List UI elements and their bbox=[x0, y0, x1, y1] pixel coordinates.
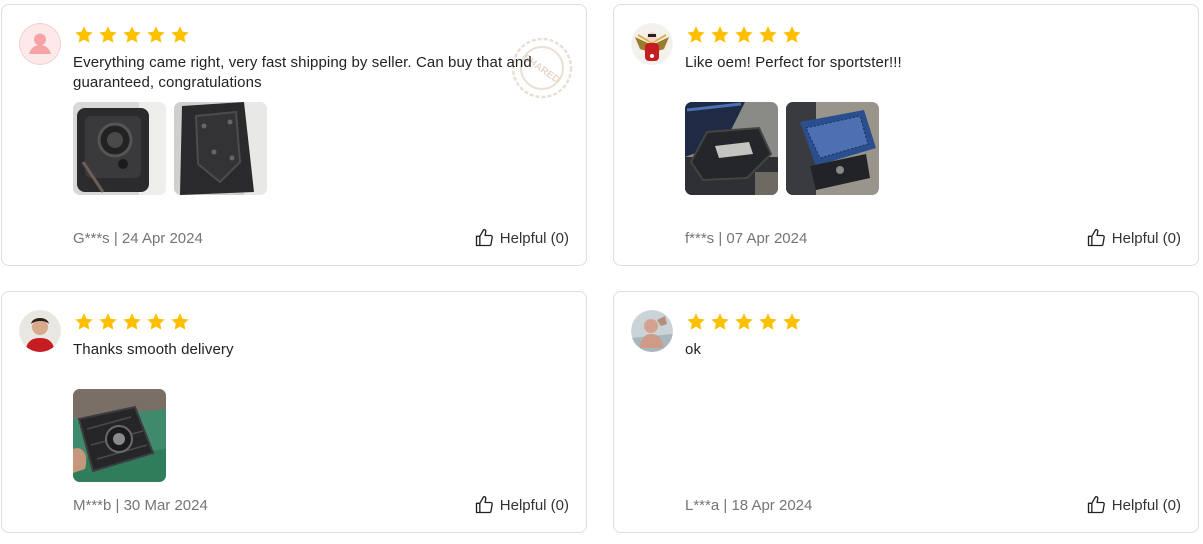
user-avatar bbox=[631, 310, 673, 352]
review-author: f***s bbox=[685, 230, 715, 247]
user-avatar bbox=[19, 310, 61, 352]
thumbs-up-icon bbox=[1086, 495, 1106, 515]
review-author: G***s bbox=[73, 230, 110, 247]
review-meta: L***a | 18 Apr 2024 bbox=[685, 497, 812, 514]
helpful-label: Helpful (0) bbox=[1111, 496, 1181, 514]
review-text: Thanks smooth delivery bbox=[73, 341, 234, 358]
meta-separator: | bbox=[714, 230, 727, 247]
star-icon bbox=[710, 25, 730, 45]
review-photo[interactable] bbox=[174, 102, 267, 195]
star-icon bbox=[758, 312, 778, 332]
star-icon bbox=[122, 25, 142, 45]
review-photo[interactable] bbox=[786, 102, 879, 195]
star-rating bbox=[686, 25, 802, 45]
star-icon bbox=[146, 312, 166, 332]
star-icon bbox=[710, 312, 730, 332]
star-icon bbox=[170, 25, 190, 45]
review-card: SHARED Everything came right, very fast … bbox=[1, 4, 587, 266]
review-text: Like oem! Perfect for sportster!!! bbox=[685, 54, 902, 71]
star-icon bbox=[734, 25, 754, 45]
review-date: 18 Apr 2024 bbox=[731, 497, 813, 514]
thumbs-up-icon bbox=[1086, 228, 1106, 248]
star-icon bbox=[782, 312, 802, 332]
star-icon bbox=[122, 312, 142, 332]
helpful-button[interactable]: Helpful (0) bbox=[474, 495, 569, 515]
review-card: Like oem! Perfect for sportster!!! f***s… bbox=[613, 4, 1199, 266]
star-icon bbox=[758, 25, 778, 45]
review-date: 24 Apr 2024 bbox=[121, 230, 203, 247]
star-icon bbox=[74, 25, 94, 45]
star-icon bbox=[98, 25, 118, 45]
review-date: 30 Mar 2024 bbox=[123, 497, 208, 514]
helpful-button[interactable]: Helpful (0) bbox=[474, 228, 569, 248]
review-photos bbox=[73, 102, 267, 195]
star-rating bbox=[74, 312, 190, 332]
star-icon bbox=[74, 312, 94, 332]
star-icon bbox=[170, 312, 190, 332]
star-rating bbox=[74, 25, 190, 45]
star-icon bbox=[734, 312, 754, 332]
helpful-label: Helpful (0) bbox=[1111, 229, 1181, 247]
star-icon bbox=[782, 25, 802, 45]
review-author: M***b bbox=[73, 497, 112, 514]
star-icon bbox=[686, 25, 706, 45]
review-photo[interactable] bbox=[73, 389, 166, 482]
helpful-button[interactable]: Helpful (0) bbox=[1086, 495, 1181, 515]
meta-separator: | bbox=[111, 497, 124, 514]
review-photos bbox=[73, 389, 166, 482]
review-card: Thanks smooth delivery M***b | 30 Mar 20… bbox=[1, 291, 587, 533]
review-card: ok L***a | 18 Apr 2024 Helpful (0) bbox=[613, 291, 1199, 533]
meta-separator: | bbox=[719, 497, 732, 514]
helpful-button[interactable]: Helpful (0) bbox=[1086, 228, 1181, 248]
review-photo[interactable] bbox=[73, 102, 166, 195]
review-text: Everything came right, very fast shippin… bbox=[73, 54, 532, 91]
thumbs-up-icon bbox=[474, 228, 494, 248]
star-icon bbox=[686, 312, 706, 332]
star-rating bbox=[686, 312, 802, 332]
review-meta: M***b | 30 Mar 2024 bbox=[73, 497, 208, 514]
user-avatar bbox=[631, 23, 673, 65]
helpful-label: Helpful (0) bbox=[499, 496, 569, 514]
star-icon bbox=[98, 312, 118, 332]
thumbs-up-icon bbox=[474, 495, 494, 515]
review-text: ok bbox=[685, 341, 702, 358]
review-date: 07 Apr 2024 bbox=[726, 230, 808, 247]
default-avatar-icon bbox=[19, 23, 61, 65]
review-meta: f***s | 07 Apr 2024 bbox=[685, 230, 807, 247]
helpful-label: Helpful (0) bbox=[499, 229, 569, 247]
review-meta: G***s | 24 Apr 2024 bbox=[73, 230, 203, 247]
review-photos bbox=[685, 102, 879, 195]
review-photo[interactable] bbox=[685, 102, 778, 195]
star-icon bbox=[146, 25, 166, 45]
meta-separator: | bbox=[109, 230, 122, 247]
review-author: L***a bbox=[685, 497, 720, 514]
